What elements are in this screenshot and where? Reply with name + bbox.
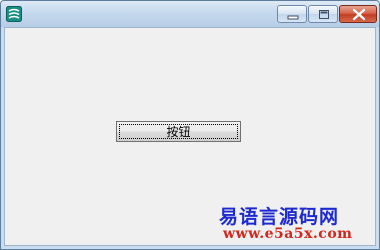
maximize-button[interactable] <box>308 5 338 23</box>
app-icon[interactable] <box>6 6 22 22</box>
action-button[interactable]: 按钮 <box>116 121 241 142</box>
close-button[interactable] <box>339 5 377 23</box>
maximize-icon <box>319 10 329 19</box>
minimize-icon <box>287 15 299 20</box>
minimize-button[interactable] <box>277 5 307 23</box>
title-bar[interactable] <box>1 1 379 27</box>
watermark-name: 易语言源码网 <box>219 206 340 228</box>
close-icon <box>352 8 366 21</box>
watermark-url: www.e5a5x.com <box>223 226 353 242</box>
